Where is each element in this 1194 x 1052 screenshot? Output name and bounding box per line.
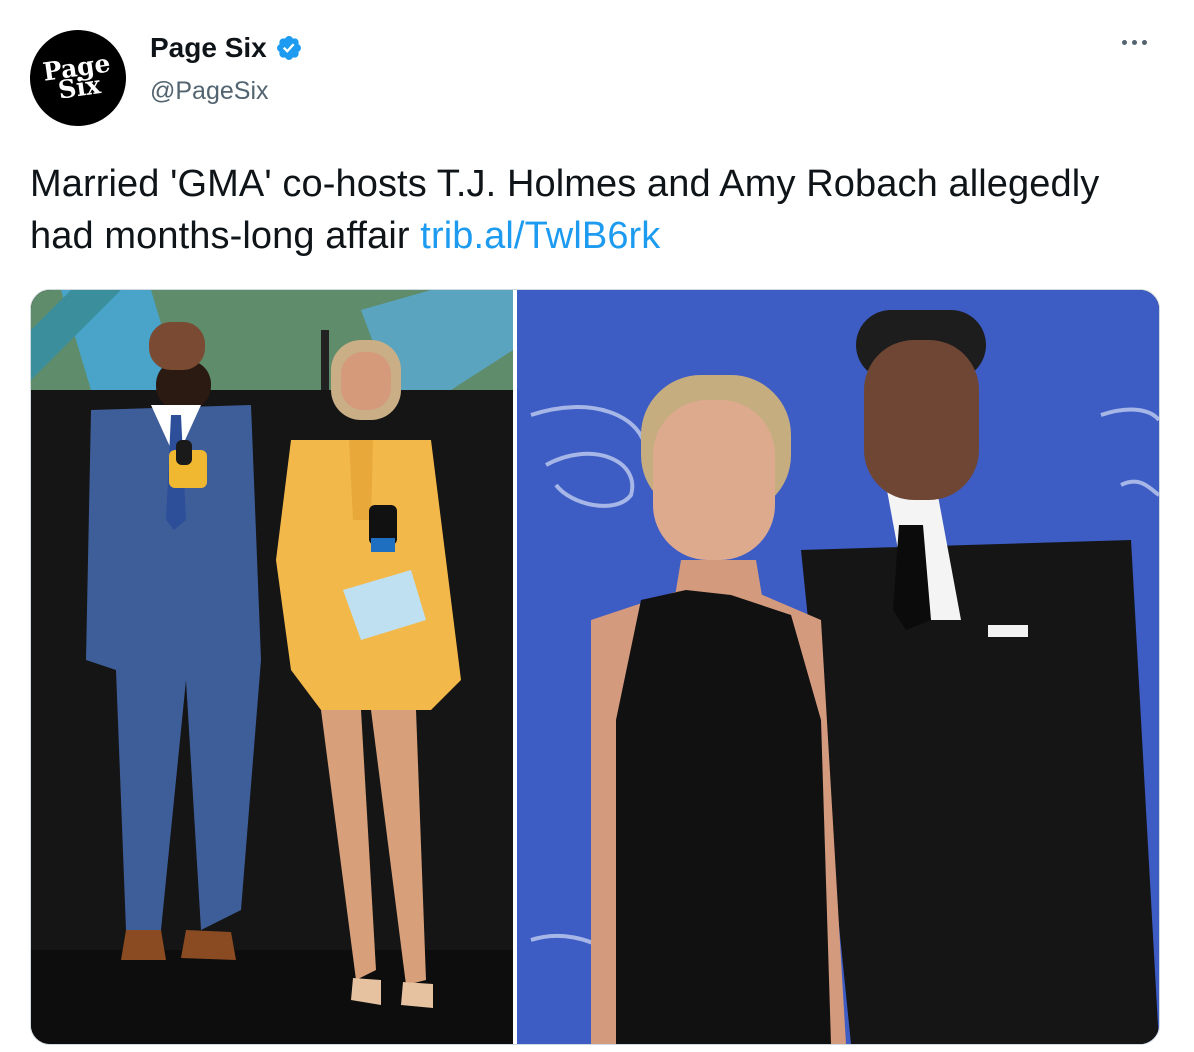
verified-badge-icon <box>275 34 303 62</box>
tweet-link[interactable]: trib.al/TwlB6rk <box>420 215 660 257</box>
more-options-icon[interactable] <box>1122 34 1147 51</box>
tweet-card: Page Six Page Six @PageSix Married 'GMA'… <box>0 0 1194 1052</box>
author-display-name[interactable]: Page Six <box>150 32 267 64</box>
author-name-row: Page Six <box>150 32 303 64</box>
avatar[interactable]: Page Six <box>23 23 133 133</box>
tweet-media[interactable] <box>30 289 1160 1045</box>
photo-right <box>517 290 1159 1044</box>
author-handle[interactable]: @PageSix <box>150 77 269 106</box>
avatar-line-2: Six <box>56 70 103 105</box>
tweet-text: Married 'GMA' co-hosts T.J. Holmes and A… <box>30 158 1150 262</box>
photo-left <box>31 290 513 1044</box>
